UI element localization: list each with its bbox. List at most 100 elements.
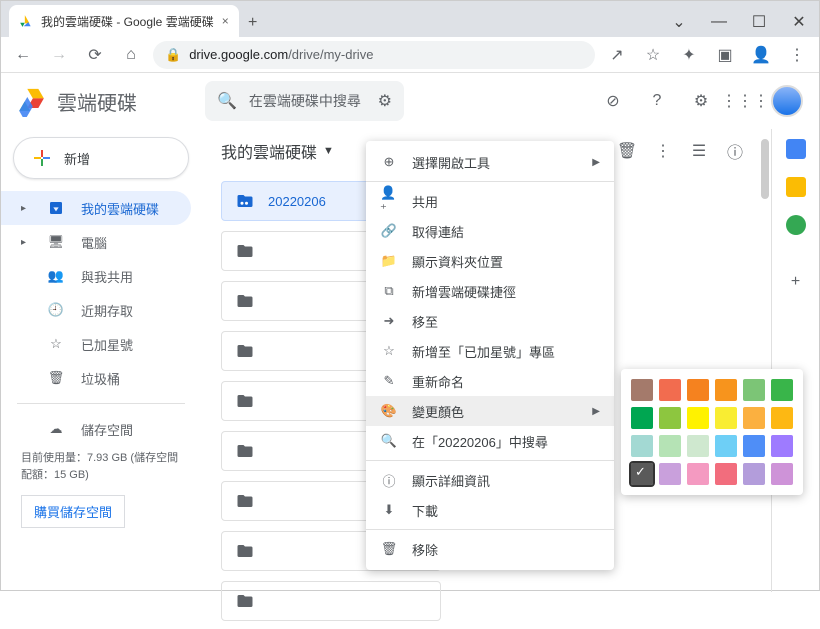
details-icon[interactable]: ⓘ <box>719 135 751 167</box>
color-swatch[interactable] <box>687 379 709 401</box>
maximize-icon[interactable]: ☐ <box>739 7 779 37</box>
view-toggle-icon[interactable]: ☰ <box>683 135 715 167</box>
tasks-addon-icon[interactable] <box>786 215 806 235</box>
home-icon[interactable]: ⌂ <box>117 41 145 69</box>
folder-item[interactable] <box>221 581 441 621</box>
star-icon: ☆ <box>47 336 65 352</box>
tab-close-icon[interactable]: × <box>222 14 229 28</box>
tune-icon[interactable]: ⚙ <box>378 91 392 111</box>
menu-item-folder-loc[interactable]: 📁顯示資料夾位置 <box>366 246 614 276</box>
support-icon[interactable]: ? <box>639 83 675 119</box>
menu-item-open-with[interactable]: ⊕選擇開啟工具▶ <box>366 147 614 177</box>
color-swatch[interactable] <box>687 407 709 429</box>
color-swatch[interactable] <box>715 379 737 401</box>
shortcut-icon: ⧉ <box>380 283 398 299</box>
sidepanel-toggle-icon[interactable]: ▣ <box>711 41 739 69</box>
menu-item-star[interactable]: ☆新增至「已加星號」專區 <box>366 336 614 366</box>
bookmark-icon[interactable]: ☆ <box>639 41 667 69</box>
color-swatch[interactable] <box>771 379 793 401</box>
color-swatch[interactable] <box>743 407 765 429</box>
calendar-addon-icon[interactable] <box>786 139 806 159</box>
share-page-icon[interactable]: ↗ <box>603 41 631 69</box>
dropdown-icon[interactable]: ⌄ <box>659 7 699 37</box>
menu-item-share[interactable]: 👤⁺共用 <box>366 186 614 216</box>
browser-menu-icon[interactable]: ⋮ <box>783 41 811 69</box>
color-swatch[interactable] <box>743 435 765 457</box>
color-swatch[interactable] <box>771 463 793 485</box>
sidebar-item-trash[interactable]: 🗑 垃圾桶 <box>1 361 191 395</box>
file-area: 我的雲端硬碟 ▼ 🔗 👤⁺ 🗑 ⋮ ☰ ⓘ 20220206 ⊕選擇開啟工具▶👤… <box>201 129 771 592</box>
sidebar-item-shared[interactable]: 👥 與我共用 <box>1 259 191 293</box>
color-swatch[interactable] <box>771 407 793 429</box>
reload-icon[interactable]: ⟳ <box>81 41 109 69</box>
drive-favicon-icon <box>19 14 33 28</box>
delete-icon[interactable]: 🗑 <box>611 135 643 167</box>
url-bar[interactable]: 🔒 drive.google.com/drive/my-drive <box>153 41 595 69</box>
breadcrumb[interactable]: 我的雲端硬碟 ▼ <box>221 139 334 163</box>
menu-item-shortcut[interactable]: ⧉新增雲端硬碟捷徑 <box>366 276 614 306</box>
keep-addon-icon[interactable] <box>786 177 806 197</box>
sidebar-item-computers[interactable]: ▸ 🖥 電腦 <box>1 225 191 259</box>
shared-icon: 👥 <box>47 268 65 284</box>
folder-icon <box>236 292 254 310</box>
menu-item-palette[interactable]: 🎨變更顏色▶ <box>366 396 614 426</box>
menu-item-link[interactable]: 🔗取得連結 <box>366 216 614 246</box>
color-swatch[interactable] <box>659 379 681 401</box>
sidebar-item-storage[interactable]: ☁ 儲存空間 <box>1 412 191 446</box>
color-swatch[interactable] <box>687 435 709 457</box>
menu-item-info[interactable]: ⓘ顯示詳細資訊 <box>366 465 614 495</box>
menu-item-search[interactable]: 🔍在「20220206」中搜尋 <box>366 426 614 456</box>
folder-icon <box>236 442 254 460</box>
scrollbar[interactable] <box>761 139 769 199</box>
download-icon: ⬇ <box>380 502 398 518</box>
color-swatch[interactable] <box>631 407 653 429</box>
buy-storage-button[interactable]: 購買儲存空間 <box>21 495 125 528</box>
search-icon: 🔍 <box>217 91 237 111</box>
forward-icon[interactable]: → <box>45 41 73 69</box>
app-logo[interactable]: 雲端硬碟 <box>17 85 197 117</box>
sidebar-item-label: 我的雲端硬碟 <box>81 199 159 218</box>
settings-icon[interactable]: ⚙ <box>683 83 719 119</box>
recent-icon: 🕘 <box>47 302 65 318</box>
add-addon-icon[interactable]: + <box>791 273 800 291</box>
color-swatch[interactable] <box>659 463 681 485</box>
color-swatch[interactable] <box>631 435 653 457</box>
menu-item-trash[interactable]: 🗑移除 <box>366 534 614 564</box>
search-bar[interactable]: 🔍 在雲端硬碟中搜尋 ⚙ <box>205 81 404 121</box>
chevron-right-icon: ▶ <box>592 406 600 417</box>
search-icon: 🔍 <box>380 433 398 449</box>
sidebar-item-label: 已加星號 <box>81 335 133 354</box>
color-swatch[interactable] <box>715 435 737 457</box>
back-icon[interactable]: ← <box>9 41 37 69</box>
new-button[interactable]: 新增 <box>13 137 189 179</box>
extensions-icon[interactable]: ✦ <box>675 41 703 69</box>
minimize-icon[interactable]: — <box>699 7 739 37</box>
ready-offline-icon[interactable]: ⊘ <box>595 83 631 119</box>
sidebar-item-recent[interactable]: 🕘 近期存取 <box>1 293 191 327</box>
color-swatch[interactable] <box>715 407 737 429</box>
menu-item-rename[interactable]: ✎重新命名 <box>366 366 614 396</box>
color-swatch[interactable] <box>743 379 765 401</box>
browser-tab[interactable]: 我的雲端硬碟 - Google 雲端硬碟 × <box>9 5 239 37</box>
menu-item-move[interactable]: ➜移至 <box>366 306 614 336</box>
sidebar-item-starred[interactable]: ☆ 已加星號 <box>1 327 191 361</box>
menu-item-label: 取得連結 <box>412 222 464 241</box>
color-swatch[interactable] <box>687 463 709 485</box>
color-swatch[interactable] <box>743 463 765 485</box>
color-swatch[interactable] <box>771 435 793 457</box>
account-avatar[interactable] <box>771 85 803 117</box>
sidebar-item-mydrive[interactable]: ▸ 我的雲端硬碟 <box>1 191 191 225</box>
menu-item-label: 顯示詳細資訊 <box>412 471 490 490</box>
menu-item-download[interactable]: ⬇下載 <box>366 495 614 525</box>
apps-grid-icon[interactable]: ⋮⋮⋮ <box>727 83 763 119</box>
color-swatch[interactable] <box>631 379 653 401</box>
close-window-icon[interactable]: ✕ <box>779 7 819 37</box>
color-swatch[interactable] <box>631 463 653 485</box>
color-swatch[interactable] <box>715 463 737 485</box>
profile-icon[interactable]: 👤 <box>747 41 775 69</box>
color-swatch[interactable] <box>659 407 681 429</box>
color-swatch[interactable] <box>659 435 681 457</box>
new-tab-button[interactable]: + <box>239 9 267 37</box>
trash-icon: 🗑 <box>380 541 398 557</box>
more-icon[interactable]: ⋮ <box>647 135 679 167</box>
